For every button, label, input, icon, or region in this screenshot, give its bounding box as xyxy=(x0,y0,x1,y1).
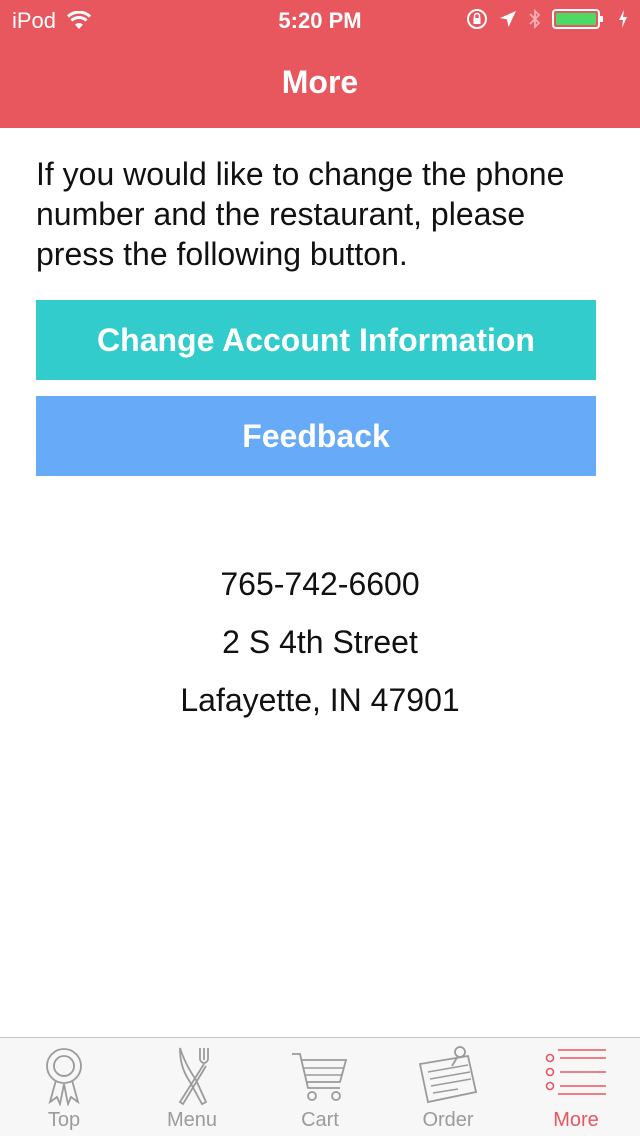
status-icons xyxy=(466,8,628,30)
fork-knife-icon xyxy=(178,1047,209,1106)
tab-bar: Top Menu Cart Order More xyxy=(0,1037,640,1136)
tab-menu[interactable]: Menu xyxy=(128,1038,256,1136)
battery-icon xyxy=(552,9,603,29)
cart-icon xyxy=(292,1053,348,1101)
restaurant-street: 2 S 4th Street xyxy=(222,624,418,660)
navigation-bar: iPod 5:20 PM More xyxy=(0,0,640,128)
tab-label-top: Top xyxy=(47,1109,81,1131)
tab-more[interactable]: More xyxy=(512,1038,640,1136)
restaurant-info: 765-742-6600 2 S 4th Street Lafayette, I… xyxy=(0,562,640,736)
tab-label-cart: Cart xyxy=(301,1109,339,1131)
tab-label-order: Order xyxy=(422,1109,474,1131)
tab-top[interactable]: Top xyxy=(0,1038,128,1136)
clipboard-pin-icon xyxy=(418,1046,478,1104)
main-content: If you would like to change the phone nu… xyxy=(36,154,604,274)
location-arrow-icon xyxy=(500,11,516,27)
change-account-information-button[interactable]: Change Account Information xyxy=(36,300,596,380)
ribbon-award-icon xyxy=(46,1048,82,1106)
tab-label-more: More xyxy=(553,1109,599,1131)
bluetooth-icon xyxy=(529,8,541,30)
list-icon xyxy=(545,1049,606,1095)
restaurant-city: Lafayette, IN 47901 xyxy=(180,682,460,718)
feedback-button[interactable]: Feedback xyxy=(36,396,596,476)
tab-cart[interactable]: Cart xyxy=(256,1038,384,1136)
instruction-text: If you would like to change the phone nu… xyxy=(36,156,565,272)
tab-order[interactable]: Order xyxy=(384,1038,512,1136)
tab-label-menu: Menu xyxy=(166,1109,218,1131)
more-screen: iPod 5:20 PM More If you would like to c… xyxy=(0,0,640,1136)
charging-bolt-icon xyxy=(619,10,627,28)
status-bar: iPod 5:20 PM xyxy=(0,0,640,40)
orientation-lock-icon xyxy=(467,9,487,29)
page-title: More xyxy=(281,64,359,100)
restaurant-phone: 765-742-6600 xyxy=(220,566,420,602)
